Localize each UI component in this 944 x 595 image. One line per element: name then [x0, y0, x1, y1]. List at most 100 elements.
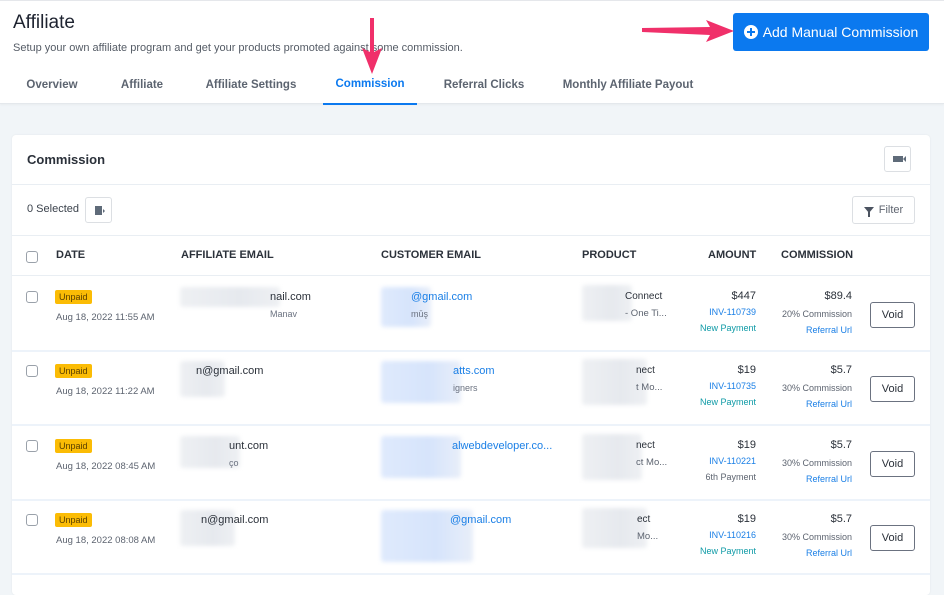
invoice-link[interactable]: INV-110216 — [709, 530, 756, 540]
referral-url-link[interactable]: Referral Url — [806, 399, 852, 409]
row-checkbox[interactable] — [26, 291, 38, 303]
product-name: ect — [637, 514, 651, 525]
affiliate-email: n@gmail.com — [196, 365, 264, 377]
filter-button[interactable]: Filter — [852, 196, 915, 224]
commission-rate: 30% Commission — [781, 458, 852, 468]
export-button[interactable] — [85, 197, 112, 223]
row-checkbox[interactable] — [26, 440, 38, 452]
table-header: DATE AFFILIATE EMAIL CUSTOMER EMAIL PROD… — [12, 236, 930, 276]
product-name: nect — [636, 365, 655, 376]
status-badge: Unpaid — [55, 513, 92, 527]
amount: $19 — [737, 439, 756, 451]
redacted-product-name — [582, 434, 642, 480]
column-date: DATE — [56, 249, 86, 261]
product-variant: Mo... — [637, 531, 659, 542]
referral-url-link[interactable]: Referral Url — [806, 325, 852, 335]
video-camera-icon — [892, 156, 906, 162]
void-button[interactable]: Void — [870, 451, 915, 477]
column-amount: AMOUNT — [708, 249, 757, 261]
redacted-affiliate-email — [180, 287, 280, 307]
table-toolbar: 0 Selected Filter — [12, 185, 930, 236]
select-all-checkbox[interactable] — [26, 251, 38, 263]
selected-count: 0 Selected — [27, 203, 79, 215]
payment-type: New Payment — [699, 397, 756, 407]
referral-url-link[interactable]: Referral Url — [806, 474, 852, 484]
product-variant: t Mo... — [636, 382, 663, 393]
referral-url-link[interactable]: Referral Url — [806, 548, 852, 558]
customer-email-link[interactable]: alwebdeveloper.co... — [452, 440, 552, 452]
table-row: Unpaid Aug 18, 2022 11:55 AM nail.com Ma… — [12, 277, 930, 352]
row-date: Aug 18, 2022 11:22 AM — [56, 386, 155, 397]
void-button[interactable]: Void — [870, 525, 915, 551]
commission-rate: 30% Commission — [781, 383, 852, 393]
commission-rate: 20% Commission — [781, 309, 852, 319]
filter-funnel-icon — [863, 207, 874, 217]
product-variant: - One Ti... — [625, 308, 667, 319]
redacted-customer-email — [381, 361, 461, 403]
invoice-link[interactable]: INV-110735 — [709, 381, 756, 391]
export-icon — [95, 205, 105, 215]
affiliate-email: n@gmail.com — [201, 514, 269, 526]
amount: $447 — [731, 290, 756, 302]
customer-email-link[interactable]: atts.com — [453, 365, 495, 377]
commission-card: Commission 0 Selected Filter DATE AFFILI… — [12, 135, 930, 595]
add-manual-commission-button[interactable]: Add Manual Commission — [733, 13, 929, 51]
affiliate-email: nail.com — [270, 291, 311, 303]
product-name: nect — [636, 440, 655, 451]
commission-amount: $5.7 — [830, 364, 852, 376]
column-commission: COMMISSION — [781, 249, 854, 261]
affiliate-name: Manav — [270, 309, 298, 319]
tab-affiliate[interactable]: Affiliate — [110, 65, 174, 105]
amount: $19 — [737, 513, 756, 525]
table-row: Unpaid Aug 18, 2022 08:45 AM unt.com ço … — [12, 426, 930, 501]
amount: $19 — [737, 364, 756, 376]
tab-referral-clicks[interactable]: Referral Clicks — [436, 65, 532, 105]
row-date: Aug 18, 2022 08:45 AM — [56, 461, 156, 472]
table-row: Unpaid Aug 18, 2022 08:08 AM n@gmail.com… — [12, 500, 930, 575]
customer-email-link[interactable]: @gmail.com — [450, 514, 511, 526]
status-badge: Unpaid — [55, 439, 92, 453]
commission-amount: $89.4 — [824, 290, 852, 302]
customer-name: igners — [453, 383, 478, 393]
plus-circle-icon — [743, 25, 758, 39]
tab-overview[interactable]: Overview — [14, 65, 90, 105]
card-title: Commission — [27, 152, 106, 167]
page-title: Affiliate — [13, 12, 75, 33]
payment-type: New Payment — [699, 323, 756, 333]
page-subtitle: Setup your own affiliate program and get… — [13, 42, 463, 54]
tab-commission[interactable]: Commission — [323, 65, 417, 105]
row-date: Aug 18, 2022 11:55 AM — [56, 312, 155, 323]
tab-monthly-affiliate-payout[interactable]: Monthly Affiliate Payout — [554, 65, 702, 105]
status-badge: Unpaid — [55, 364, 92, 378]
commission-rate: 30% Commission — [781, 532, 852, 542]
invoice-link[interactable]: INV-110221 — [709, 456, 756, 466]
void-button[interactable]: Void — [870, 302, 915, 328]
row-checkbox[interactable] — [26, 365, 38, 377]
status-badge: Unpaid — [55, 290, 92, 304]
affiliate-email: unt.com — [229, 440, 269, 452]
filter-label: Filter — [878, 204, 904, 216]
customer-name: mūş — [411, 309, 429, 319]
column-customer-email: CUSTOMER EMAIL — [381, 249, 482, 261]
commission-amount: $5.7 — [830, 513, 852, 525]
page-header: Affiliate Setup your own affiliate progr… — [0, 0, 944, 105]
column-affiliate-email: AFFILIATE EMAIL — [181, 249, 274, 261]
add-manual-commission-label: Add Manual Commission — [762, 24, 919, 40]
table-row: Unpaid Aug 18, 2022 11:22 AM n@gmail.com… — [12, 351, 930, 426]
tab-affiliate-settings[interactable]: Affiliate Settings — [196, 65, 306, 105]
payment-type: New Payment — [699, 546, 756, 556]
column-product: PRODUCT — [582, 249, 637, 261]
customer-email-link[interactable]: @gmail.com — [411, 291, 472, 303]
product-variant: ct Mo... — [636, 457, 668, 468]
row-checkbox[interactable] — [26, 514, 38, 526]
redacted-customer-email — [381, 436, 461, 478]
product-name: Connect — [625, 291, 663, 302]
affiliate-name: ço — [229, 458, 239, 468]
void-button[interactable]: Void — [870, 376, 915, 402]
card-header: Commission — [12, 135, 930, 185]
video-tutorial-button[interactable] — [884, 146, 911, 172]
row-date: Aug 18, 2022 08:08 AM — [56, 535, 156, 546]
invoice-link[interactable]: INV-110739 — [709, 307, 756, 317]
commission-amount: $5.7 — [830, 439, 852, 451]
payment-type: 6th Payment — [705, 472, 756, 482]
